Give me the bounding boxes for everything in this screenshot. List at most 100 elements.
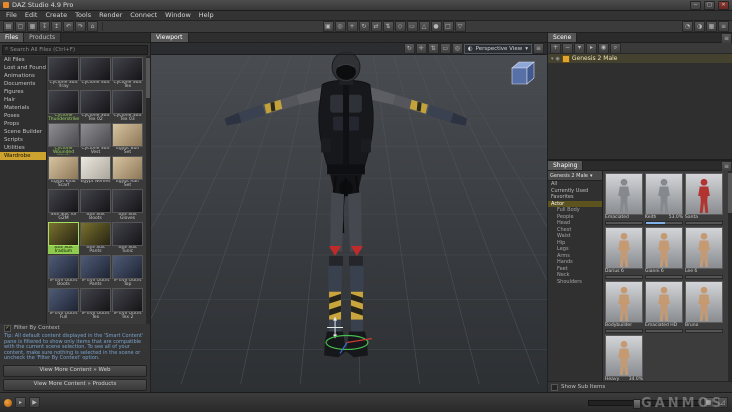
pan-camera-icon[interactable]: ✛: [415, 43, 427, 54]
minimize-button[interactable]: ─: [690, 0, 701, 10]
menu-item[interactable]: Edit: [21, 11, 42, 20]
layout-icon[interactable]: ▦: [706, 21, 717, 32]
morph-item[interactable]: Keith 53.0%: [645, 173, 683, 225]
content-item[interactable]: SSS Suit Boots: [80, 189, 111, 221]
morph-slider[interactable]: [645, 329, 683, 333]
open-file-icon[interactable]: ▢: [15, 21, 26, 32]
orientation-cube[interactable]: [507, 59, 537, 87]
save-icon[interactable]: ▦: [27, 21, 38, 32]
filter-by-context-checkbox[interactable]: ✓: [4, 324, 11, 332]
menu-item[interactable]: Window: [161, 11, 195, 20]
spot-render-tool-icon[interactable]: ●: [430, 21, 442, 32]
region-navigator-icon[interactable]: □: [442, 21, 454, 32]
morph-slider[interactable]: [645, 275, 683, 279]
universal-tool-icon[interactable]: +: [346, 21, 358, 32]
view-more-content-web-button[interactable]: View More Content » Web: [3, 365, 147, 377]
smart-content-tab[interactable]: Files: [0, 33, 25, 42]
node-selection-tool-icon[interactable]: ▣: [322, 21, 334, 32]
morph-slider[interactable]: [685, 221, 723, 225]
zoom-slider[interactable]: [588, 398, 700, 409]
category-item[interactable]: All Files: [0, 56, 46, 64]
category-item[interactable]: Scene Builder: [0, 128, 46, 136]
category-item[interactable]: Animations: [0, 72, 46, 80]
shaping-tab[interactable]: Shaping: [548, 161, 584, 170]
menu-item[interactable]: Connect: [126, 11, 161, 20]
add-node-icon[interactable]: +: [550, 42, 561, 54]
undo-icon[interactable]: ↶: [63, 21, 74, 32]
morph-item[interactable]: Bodybuilder: [605, 281, 643, 333]
morph-slider[interactable]: [605, 275, 643, 279]
content-item[interactable]: Cyclone Suit: [80, 57, 111, 89]
category-item[interactable]: Props: [0, 120, 46, 128]
scene-node-genesis-2-male[interactable]: ▾ ◉ Genesis 2 Male: [548, 54, 732, 63]
viewport-tab[interactable]: Viewport: [151, 33, 189, 42]
menu-item[interactable]: Help: [195, 11, 218, 20]
content-item[interactable]: SSS Suit Iradium: [48, 222, 79, 254]
morph-slider[interactable]: [645, 221, 683, 225]
timeline-icon[interactable]: ▸: [15, 397, 26, 408]
content-item[interactable]: IP Evil Outfit Full: [48, 288, 79, 320]
new-file-icon[interactable]: ▤: [3, 21, 14, 32]
resize-grip-icon[interactable]: ◿: [717, 397, 728, 408]
collapse-all-icon[interactable]: ▸: [586, 42, 597, 54]
menu-item[interactable]: Create: [41, 11, 71, 20]
viewport-canvas[interactable]: ↻ ✛ ⇅ ▭ ◎ ◐ Perspective View ▾ ≡: [151, 43, 547, 392]
grid-toggle-icon[interactable]: ▦: [703, 397, 714, 408]
morph-slider[interactable]: [605, 221, 643, 225]
smart-content-tab[interactable]: Products: [24, 33, 62, 42]
expand-all-icon[interactable]: ▾: [574, 42, 585, 54]
view-more-content-products-button[interactable]: View More Content » Products: [3, 379, 147, 391]
menu-item[interactable]: File: [2, 11, 21, 20]
scene-filter-icon[interactable]: ⌕: [610, 42, 621, 54]
category-item[interactable]: Poses: [0, 112, 46, 120]
search-input[interactable]: ⌕ Search All Files (Ctrl+F): [2, 44, 148, 55]
figure-dropdown[interactable]: Genesis 2 Male ▾: [548, 171, 602, 181]
render-icon[interactable]: ◔: [682, 21, 693, 32]
scale-tool-icon[interactable]: ⇅: [382, 21, 394, 32]
active-pose-tool-icon[interactable]: ◇: [394, 21, 406, 32]
content-item[interactable]: IP Evil Outfit Tex: [80, 288, 111, 320]
delete-node-icon[interactable]: −: [562, 42, 573, 54]
frame-tool-icon[interactable]: ▭: [406, 21, 418, 32]
content-item[interactable]: IP Evil Outfit Boots: [48, 255, 79, 287]
content-item[interactable]: Egypt Khat Scarf: [48, 156, 79, 188]
morph-slider[interactable]: [605, 329, 643, 333]
category-item[interactable]: Lost and Found: [0, 64, 46, 72]
content-item[interactable]: SSS Suit Tunic: [112, 222, 143, 254]
morph-slider[interactable]: [685, 275, 723, 279]
scene-tab[interactable]: Scene: [548, 33, 578, 42]
frame-camera-icon[interactable]: ▭: [439, 43, 451, 54]
maximize-button[interactable]: □: [704, 0, 715, 10]
viewport-options-icon[interactable]: ≡: [533, 43, 544, 54]
geometry-editor-icon[interactable]: ▽: [454, 21, 466, 32]
category-item[interactable]: Documents: [0, 80, 46, 88]
redo-icon[interactable]: ↷: [75, 21, 86, 32]
content-scrollbar[interactable]: [146, 56, 150, 325]
category-item[interactable]: Wardrobe: [0, 152, 46, 160]
morph-slider[interactable]: [685, 329, 723, 333]
content-item[interactable]: Cyclone Suit Vest: [80, 123, 111, 155]
orbit-camera-icon[interactable]: ↻: [403, 43, 415, 54]
morph-item[interactable]: Santa: [685, 173, 723, 225]
zoom-slider-handle[interactable]: [633, 398, 641, 409]
aux-viewport-icon[interactable]: ◑: [694, 21, 705, 32]
export-icon[interactable]: ↥: [51, 21, 62, 32]
aim-camera-icon[interactable]: ◎: [451, 43, 463, 54]
content-item[interactable]: Cyclone Suit Tex: [112, 57, 143, 89]
category-item[interactable]: Utilities: [0, 144, 46, 152]
morph-scrollbar[interactable]: [728, 171, 732, 381]
visibility-icon[interactable]: ◉: [598, 42, 609, 54]
morph-item[interactable]: Emaciated: [605, 173, 643, 225]
content-item[interactable]: SSS Suit Pants: [80, 222, 111, 254]
content-item[interactable]: Cyclone Wounded Hawk: [48, 123, 79, 155]
translate-tool-icon[interactable]: ⇄: [370, 21, 382, 32]
caret-icon[interactable]: ▾: [551, 56, 554, 62]
content-item[interactable]: SSS Suit for G2M: [48, 189, 79, 221]
play-icon[interactable]: ▶: [29, 397, 40, 408]
category-item[interactable]: Scripts: [0, 136, 46, 144]
content-item[interactable]: IP Evil Outfit Tex 2: [112, 288, 143, 320]
morph-item[interactable]: Heavy 34.0%: [605, 335, 643, 381]
morph-item[interactable]: Gianni 6: [645, 227, 683, 279]
morph-item[interactable]: Emaciated HD: [645, 281, 683, 333]
eye-visible-icon[interactable]: ◉: [556, 56, 560, 62]
